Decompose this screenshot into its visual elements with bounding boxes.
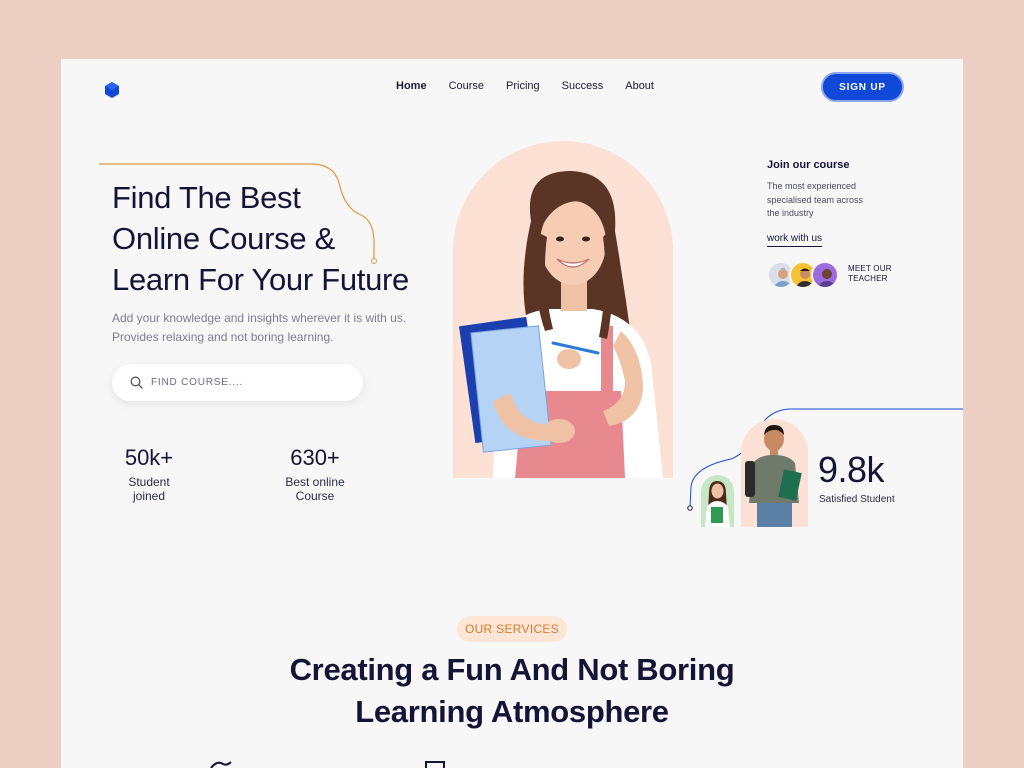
satisfied-count: 9.8k: [818, 449, 885, 490]
hero-title: Find The Best Online Course & Learn For …: [112, 177, 442, 300]
main-nav: Home Course Pricing Success About: [396, 80, 654, 92]
nav-course[interactable]: Course: [449, 80, 484, 92]
join-description: The most experienced specialised team ac…: [767, 181, 864, 218]
student-thumbnail: [741, 419, 808, 527]
nav-about[interactable]: About: [625, 80, 654, 92]
stat-courses: 630+ Best online Course: [265, 445, 365, 503]
nav-pricing[interactable]: Pricing: [506, 80, 540, 92]
stat-value: 50k+: [124, 445, 174, 470]
hero-student-image: [453, 141, 673, 478]
meet-teacher-line: TEACHER: [848, 274, 888, 283]
stat-label: Student joined: [128, 475, 170, 503]
hero-title-line: Learn For Your Future: [112, 262, 409, 297]
services-title: Creating a Fun And Not Boring Learning A…: [261, 649, 763, 733]
hero-description: Add your knowledge and insights wherever…: [112, 311, 407, 344]
services-title-line: Creating a Fun And Not Boring: [289, 652, 735, 687]
services-title-line: Learning Atmosphere: [355, 694, 669, 729]
join-title: Join our course: [767, 159, 850, 171]
service-icon: [210, 761, 232, 768]
course-search[interactable]: [112, 364, 363, 401]
hero-title-line: Online Course &: [112, 221, 335, 256]
nav-success[interactable]: Success: [562, 80, 604, 92]
stat-label: Best online Course: [285, 475, 345, 503]
stat-value: 630+: [290, 445, 340, 470]
landing-page: Home Course Pricing Success About SIGN U…: [61, 59, 963, 768]
search-icon: [130, 376, 143, 389]
services-badge: OUR SERVICES: [457, 616, 567, 642]
teacher-avatars[interactable]: [767, 261, 839, 289]
stat-students: 50k+ Student joined: [111, 445, 187, 503]
avatar: [811, 261, 839, 289]
meet-teacher-line: MEET OUR: [848, 264, 892, 273]
logo[interactable]: [103, 81, 121, 99]
service-icon: [425, 761, 445, 768]
work-with-us-link[interactable]: work with us: [767, 233, 823, 247]
meet-teacher-label: MEET OUR TEACHER: [848, 264, 892, 284]
nav-home[interactable]: Home: [396, 80, 427, 92]
hero-title-line: Find The Best: [112, 180, 301, 215]
signup-button[interactable]: SIGN UP: [821, 72, 904, 102]
satisfied-label: Satisfied Student: [819, 494, 895, 505]
search-input[interactable]: [151, 377, 341, 388]
student-thumbnail: [701, 475, 734, 527]
